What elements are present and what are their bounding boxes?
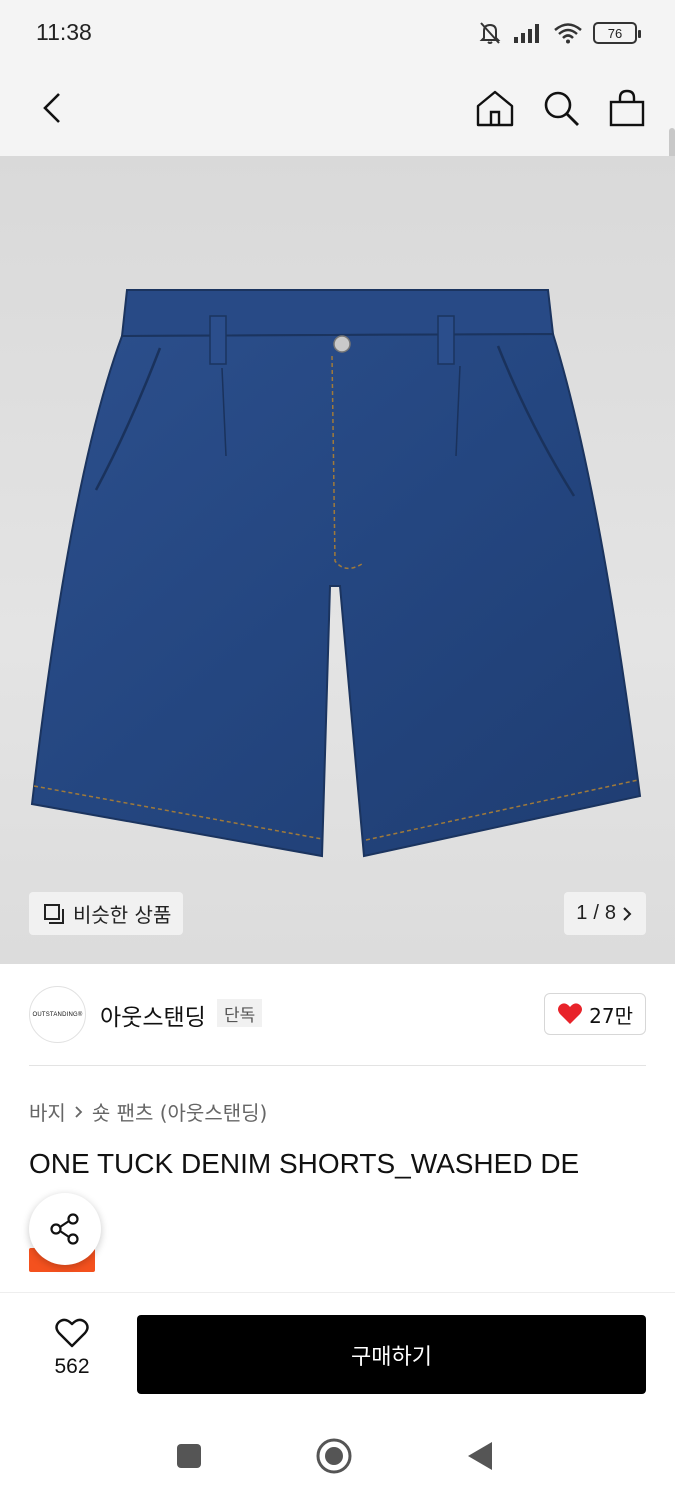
- cart-button[interactable]: [605, 84, 649, 132]
- bell-muted-icon: [479, 22, 501, 44]
- chevron-left-icon: [43, 93, 60, 123]
- home-icon: [476, 90, 514, 127]
- breadcrumb-category[interactable]: 바지: [29, 1097, 66, 1126]
- exclusive-badge: 단독: [217, 999, 263, 1027]
- battery-level: 76: [607, 25, 623, 41]
- wishlist-count: 562: [54, 1355, 90, 1378]
- breadcrumb-subcategory[interactable]: 숏 팬츠 (아웃스탠딩): [92, 1097, 268, 1126]
- pager-total: 8: [604, 902, 616, 924]
- status-time: 11:38: [36, 19, 92, 45]
- battery-indicator: 76: [593, 22, 641, 44]
- brand-name[interactable]: 아웃스탠딩: [100, 998, 206, 1032]
- purchase-bar: 562 구매하기: [0, 1292, 675, 1412]
- similar-products-button[interactable]: 비슷한 상품: [29, 892, 184, 935]
- share-button[interactable]: [29, 1193, 101, 1265]
- brand-logo-text: OUTSTANDING®: [32, 1011, 83, 1018]
- pager-current: 1: [576, 902, 588, 924]
- similar-items-icon: [44, 903, 64, 924]
- search-icon: [544, 91, 579, 126]
- triangle-back-icon: [468, 1442, 492, 1470]
- wifi-icon: [554, 23, 582, 44]
- brand-row: OUTSTANDING® 아웃스탠딩 단독 27만: [0, 964, 675, 1066]
- brand-like-count: 27만: [589, 1003, 633, 1028]
- brand-logo[interactable]: OUTSTANDING®: [29, 986, 86, 1043]
- divider: [29, 1065, 646, 1066]
- status-bar: 11:38 76: [0, 0, 675, 66]
- circle-icon: [316, 1438, 352, 1474]
- back-button[interactable]: [30, 86, 74, 130]
- chevron-right-icon: [75, 1105, 83, 1118]
- similar-products-label: 비슷한 상품: [73, 903, 172, 927]
- product-title: ONE TUCK DENIM SHORTS_WASHED DE: [29, 1148, 580, 1179]
- search-button[interactable]: [539, 84, 583, 132]
- system-nav-bar: [0, 1412, 675, 1500]
- chevron-right-icon: [623, 906, 632, 921]
- square-icon: [177, 1444, 201, 1468]
- heart-outline-icon: [55, 1318, 89, 1348]
- buy-button[interactable]: 구매하기: [137, 1315, 646, 1394]
- home-system-button[interactable]: [314, 1436, 354, 1476]
- back-system-button[interactable]: [460, 1436, 500, 1476]
- top-nav: [0, 66, 675, 214]
- product-image-gallery[interactable]: 비슷한 상품 1 / 8: [0, 156, 675, 964]
- breadcrumb: 바지 숏 팬츠 (아웃스탠딩): [29, 1097, 267, 1126]
- signal-icon: [514, 24, 539, 43]
- image-pager[interactable]: 1 / 8: [564, 892, 646, 935]
- nav-actions: [473, 84, 649, 132]
- home-button[interactable]: [473, 84, 517, 132]
- status-icons: 76: [477, 20, 641, 46]
- product-photo-denim-shorts: [30, 289, 642, 858]
- heart-filled-icon: [558, 1003, 583, 1024]
- share-icon: [50, 1213, 79, 1245]
- brand-like-button[interactable]: 27만: [544, 993, 646, 1035]
- pager-separator: /: [593, 902, 599, 924]
- wishlist-button[interactable]: 562: [40, 1317, 104, 1379]
- shopping-bag-icon: [609, 89, 645, 127]
- recent-apps-button[interactable]: [169, 1436, 209, 1476]
